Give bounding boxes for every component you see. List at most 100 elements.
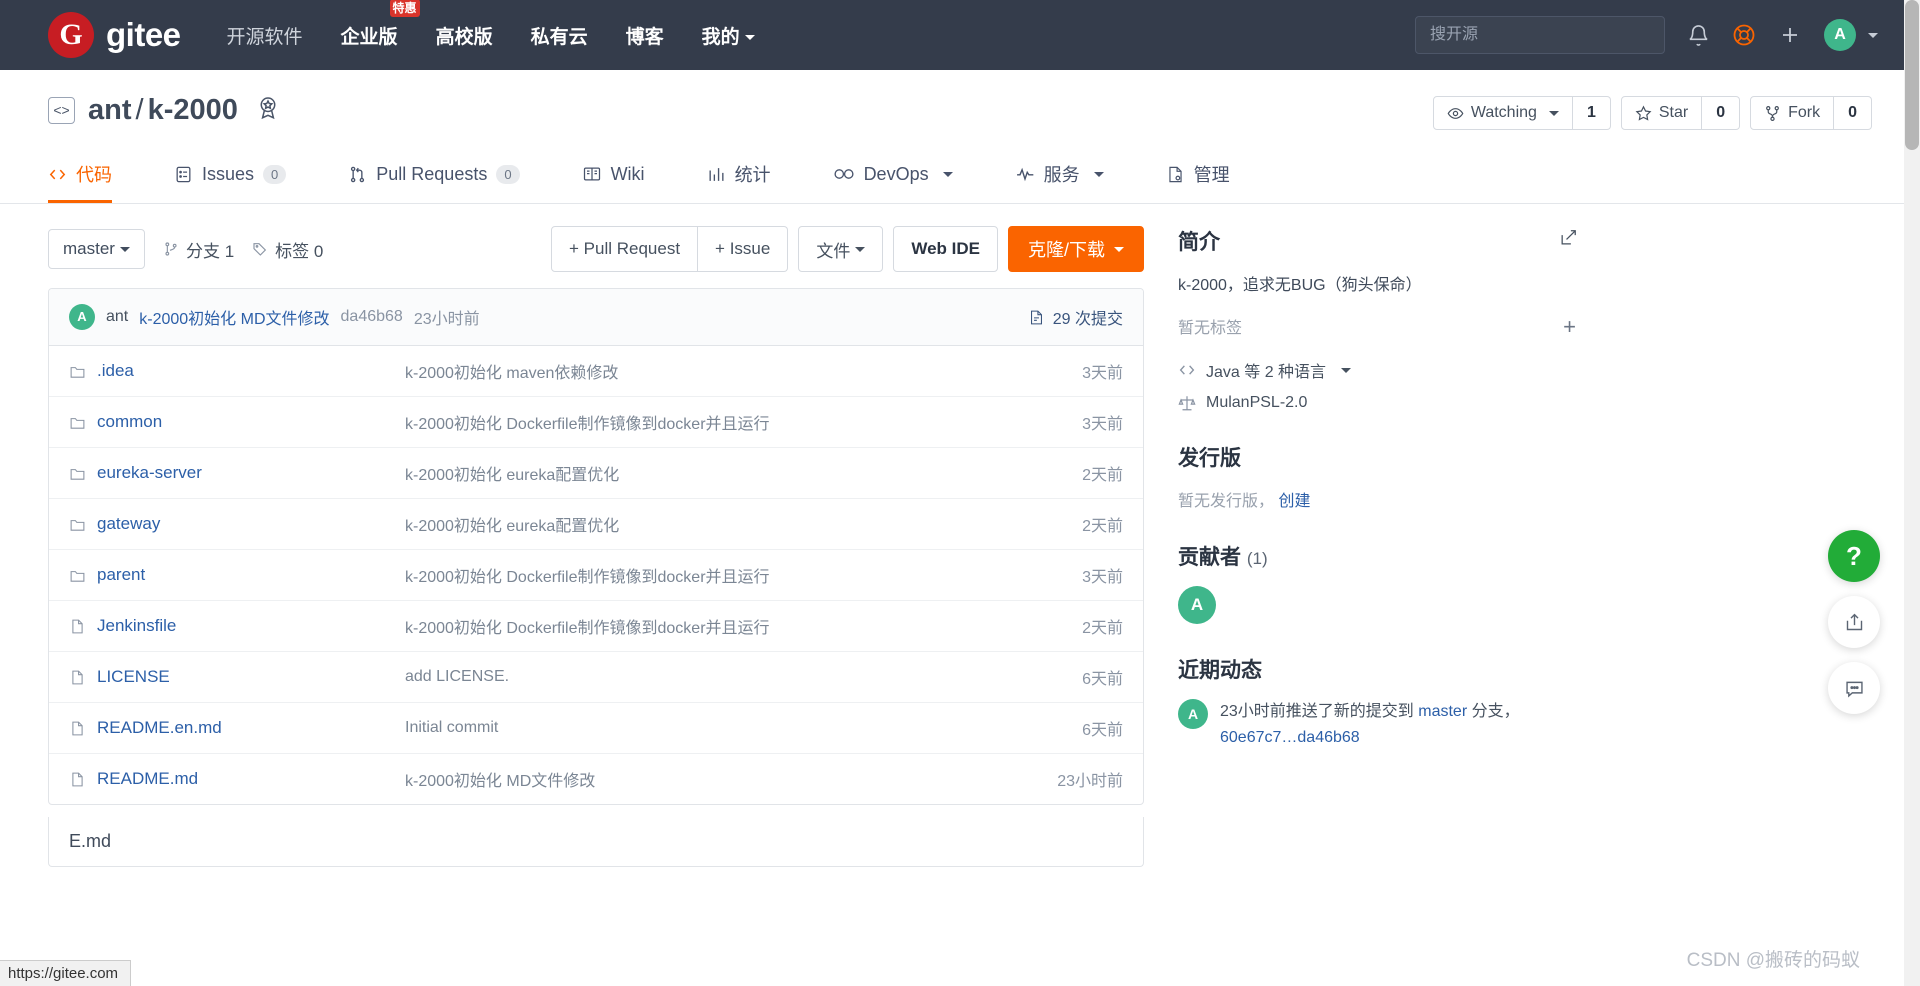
table-row[interactable]: Jenkinsfile k-2000初始化 Dockerfile制作镜像到doc… <box>49 601 1143 652</box>
infinity-icon <box>834 169 854 179</box>
contributor-avatar[interactable]: A <box>1178 586 1216 624</box>
code-repo-icon: <> <box>48 97 75 124</box>
chevron-down-icon <box>744 34 755 40</box>
page-scrollbar[interactable] <box>1904 0 1920 986</box>
commit-sha[interactable]: da46b68 <box>341 308 403 326</box>
file-commit-time: 2天前 <box>1082 467 1123 484</box>
commit-message[interactable]: k-2000初始化 MD文件修改 <box>139 305 329 329</box>
watch-count[interactable]: 1 <box>1572 96 1611 130</box>
nav-link-mine[interactable]: 我的 <box>700 16 757 55</box>
table-row[interactable]: gateway k-2000初始化 eureka配置优化 2天前 <box>49 499 1143 550</box>
languages-label: Java 等 2 种语言 <box>1206 364 1327 381</box>
tab-manage[interactable]: 管理 <box>1166 147 1230 203</box>
avatar: A <box>69 304 95 330</box>
nav-link-private-cloud[interactable]: 私有云 <box>529 16 590 55</box>
commit-count-link[interactable]: 29 次提交 <box>1028 305 1123 329</box>
user-menu[interactable]: A <box>1824 19 1878 51</box>
nav-link-university[interactable]: 高校版 <box>434 16 495 55</box>
plus-icon[interactable] <box>1778 23 1802 47</box>
help-fab-button[interactable]: ? <box>1828 530 1880 582</box>
folder-icon <box>70 417 85 429</box>
table-row[interactable]: README.en.md Initial commit 6天前 <box>49 703 1143 754</box>
global-navbar: G gitee 开源软件 企业版 特惠 高校版 私有云 博客 我的 搜开源 A <box>0 0 1904 70</box>
releases-title: 发行版 <box>1178 447 1241 470</box>
edit-intro-icon[interactable] <box>1559 228 1578 252</box>
create-release-link[interactable]: 创建 <box>1278 493 1310 510</box>
file-commit-time: 3天前 <box>1082 416 1123 433</box>
repo-name[interactable]: k-2000 <box>148 94 238 126</box>
tab-code[interactable]: 代码 <box>48 147 112 203</box>
fork-count[interactable]: 0 <box>1834 96 1872 130</box>
repo-owner[interactable]: ant <box>88 94 132 126</box>
fork-button[interactable]: Fork <box>1750 96 1835 130</box>
avatar: A <box>1824 19 1856 51</box>
add-tag-icon[interactable]: + <box>1563 314 1576 340</box>
star-button-group: Star 0 <box>1620 96 1741 130</box>
bell-icon[interactable] <box>1687 24 1710 47</box>
nav-link-opensource[interactable]: 开源软件 <box>225 16 305 55</box>
tab-services[interactable]: 服务 <box>1015 147 1104 203</box>
search-input[interactable]: 搜开源 <box>1415 16 1665 54</box>
tab-wiki[interactable]: Wiki <box>582 147 645 203</box>
activity-title: 近期动态 <box>1178 659 1262 682</box>
table-row[interactable]: eureka-server k-2000初始化 eureka配置优化 2天前 <box>49 448 1143 499</box>
tab-statistics[interactable]: 统计 <box>707 147 771 203</box>
fork-label: Fork <box>1788 104 1821 121</box>
clone-download-button[interactable]: 克隆/下载 <box>1007 226 1144 272</box>
commit-author[interactable]: ant <box>106 308 128 326</box>
scrollbar-thumb[interactable] <box>1905 0 1919 150</box>
table-row[interactable]: README.md k-2000初始化 MD文件修改 23小时前 <box>49 754 1143 804</box>
web-ide-button[interactable]: Web IDE <box>893 226 998 272</box>
table-row[interactable]: .idea k-2000初始化 maven依赖修改 3天前 <box>49 346 1143 397</box>
nav-link-enterprise[interactable]: 企业版 特惠 <box>339 0 420 55</box>
file-name-cell[interactable]: README.md <box>69 769 405 789</box>
folder-icon <box>70 366 85 378</box>
file-name-cell[interactable]: common <box>69 412 405 432</box>
avatar[interactable]: A <box>1178 699 1208 729</box>
new-issue-button[interactable]: + Issue <box>698 226 789 272</box>
feedback-fab-button[interactable] <box>1828 662 1880 714</box>
tab-issues[interactable]: Issues 0 <box>174 147 287 203</box>
file-name-cell[interactable]: eureka-server <box>69 463 405 483</box>
file-name-cell[interactable]: README.en.md <box>69 718 405 738</box>
license-row[interactable]: MulanPSL-2.0 <box>1178 394 1578 412</box>
watch-button[interactable]: Watching <box>1432 96 1573 130</box>
file-commit-message: k-2000初始化 Dockerfile制作镜像到docker并且运行 <box>405 620 770 637</box>
star-count[interactable]: 0 <box>1702 96 1741 130</box>
branches-link[interactable]: 分支 1 <box>163 237 234 262</box>
file-name-cell[interactable]: parent <box>69 565 405 585</box>
files-dropdown-button[interactable]: 文件 <box>798 226 884 272</box>
tab-pull-requests[interactable]: Pull Requests 0 <box>348 147 520 203</box>
activity-sha[interactable]: 60e67c7…da46b68 <box>1220 729 1360 746</box>
tab-label: 统计 <box>734 165 771 185</box>
file-name-cell[interactable]: LICENSE <box>69 667 405 687</box>
new-pull-request-button[interactable]: + Pull Request <box>551 226 699 272</box>
file-name-cell[interactable]: gateway <box>69 514 405 534</box>
releases-empty-row: 暂无发行版， 创建 <box>1178 487 1578 511</box>
repository-actions: Watching 1 Star 0 Fork 0 <box>1432 96 1872 130</box>
tags-link[interactable]: 标签 0 <box>252 237 323 262</box>
share-fab-button[interactable] <box>1828 596 1880 648</box>
file-commit-message: k-2000初始化 Dockerfile制作镜像到docker并且运行 <box>405 416 770 433</box>
book-icon <box>583 167 600 181</box>
branch-selector[interactable]: master <box>48 229 145 269</box>
license-label: MulanPSL-2.0 <box>1206 394 1308 411</box>
gitee-logo-icon: G <box>48 12 94 58</box>
star-button[interactable]: Star <box>1620 96 1703 130</box>
tab-devops[interactable]: DevOps <box>833 147 953 203</box>
file-name-cell[interactable]: Jenkinsfile <box>69 616 405 636</box>
nav-link-blog[interactable]: 博客 <box>624 16 666 55</box>
languages-row[interactable]: Java 等 2 种语言 <box>1178 358 1578 382</box>
activity-branch[interactable]: master <box>1418 703 1467 720</box>
commit-time: 23小时前 <box>413 311 480 328</box>
gitee-logo[interactable]: G gitee <box>48 12 181 58</box>
tab-label: DevOps <box>863 163 929 184</box>
file-name: README.en.md <box>97 718 222 737</box>
file-name-cell[interactable]: .idea <box>69 361 405 381</box>
scale-icon <box>1178 396 1196 411</box>
lifebuoy-icon[interactable] <box>1732 23 1756 47</box>
readme-panel-header: E.md <box>48 817 1144 867</box>
table-row[interactable]: LICENSE add LICENSE. 6天前 <box>49 652 1143 703</box>
table-row[interactable]: parent k-2000初始化 Dockerfile制作镜像到docker并且… <box>49 550 1143 601</box>
table-row[interactable]: common k-2000初始化 Dockerfile制作镜像到docker并且… <box>49 397 1143 448</box>
